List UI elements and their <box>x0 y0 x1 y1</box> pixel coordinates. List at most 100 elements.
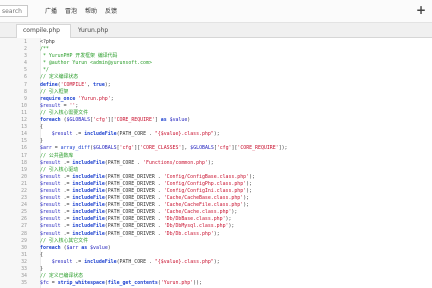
code-token: $value <box>169 117 188 124</box>
code-line[interactable]: 28 $result .= includeFile(PATH_CORE_DRIVE… <box>0 231 432 238</box>
line-number: 30 <box>21 244 27 251</box>
code-line[interactable]: 17 // 公共函数库 <box>0 153 432 160</box>
code-line[interactable]: 27 $result .= includeFile(PATH_CORE_DRIVE… <box>0 223 432 230</box>
code-line[interactable]: 11 // 引入核心需要文件 <box>0 110 432 117</box>
line-number: 17 <box>21 152 27 159</box>
line-number: 22 <box>21 187 27 194</box>
code-line[interactable]: 26 $result .= includeFile(PATH_CORE_DRIVE… <box>0 216 432 223</box>
code-line[interactable]: 9 require_once 'Yurun.php'; <box>0 96 432 103</box>
line-number: 24 <box>21 202 27 209</box>
code-line[interactable]: 31 { <box>0 252 432 259</box>
code-editor[interactable]: 1 <?php 2/** 3 * YurunPHP 开发框架 编译代码 4 * @aut… <box>0 38 432 288</box>
code-line[interactable]: 10 $result = ''; <box>0 103 432 110</box>
line-number: 34 <box>21 273 27 280</box>
code-line[interactable]: 4 * @author Yurun <admin@yurunsoft.com> <box>0 60 432 67</box>
line-number: 12 <box>21 117 27 124</box>
code-line[interactable]: 25 $result .= includeFile(PATH_CORE_DRIVE… <box>0 209 432 216</box>
search-input[interactable] <box>0 5 28 17</box>
code-line[interactable]: 20 $result .= includeFile(PATH_CORE_DRIVE… <box>0 174 432 181</box>
code-token: $GLOBALS <box>66 117 91 124</box>
plus-icon[interactable]: + <box>416 3 426 17</box>
code-line[interactable]: 7 define('COMPILE', true); <box>0 82 432 89</box>
code-token: $arr <box>40 145 52 152</box>
code-token: includeFile <box>72 216 105 223</box>
code-token: (PATH_CORE_DRIVER . <box>104 223 164 230</box>
code-line[interactable]: 6 // 定义编译状态 <box>0 74 432 81</box>
code-token: ]); <box>278 145 288 152</box>
tab-compile-php[interactable]: compile.php <box>16 24 71 38</box>
code-token: ) <box>187 117 191 124</box>
code-token: includeFile <box>72 230 105 237</box>
code-token: { <box>40 251 43 258</box>
code-token: <?php <box>40 39 55 45</box>
code-line[interactable]: 32 $result .= includeFile(PATH_CORE . "{… <box>0 259 432 266</box>
code-token: includeFile <box>84 131 117 138</box>
line-number: 23 <box>21 195 27 202</box>
tab-yurun-php[interactable]: Yurun.php <box>72 25 120 37</box>
code-line[interactable]: 29 // 引入核心其它文件 <box>0 238 432 245</box>
code-line[interactable]: 35 $fc = strip_whitespace(file_get_conten… <box>0 280 432 287</box>
code-line[interactable]: 34 // 定义已编译状态 <box>0 273 432 280</box>
line-number: 35 <box>21 280 27 287</box>
code-line[interactable]: 12 foreach ($GLOBALS['cfg']['CORE_REQUIRE… <box>0 117 432 124</box>
code-token: */ <box>40 67 49 74</box>
code-token: 'Db/DbBase.class.php' <box>163 216 226 223</box>
menu-feedback[interactable]: 反馈 <box>105 6 117 16</box>
line-number: 9 <box>24 95 27 102</box>
code-token: .= <box>60 202 73 209</box>
menu-help[interactable]: 帮助 <box>85 6 97 16</box>
line-number: 15 <box>21 138 27 145</box>
line-number: 5 <box>24 67 27 74</box>
code-token: ], <box>181 145 191 152</box>
menu-broadcast[interactable]: 广播 <box>45 6 57 16</box>
code-token: $result <box>40 202 61 209</box>
line-number: 33 <box>21 266 27 272</box>
code-line[interactable]: 15} <box>0 138 432 145</box>
line-number: 2 <box>24 46 27 53</box>
code-token: .= <box>60 187 73 194</box>
code-line[interactable]: 23 $result .= includeFile(PATH_CORE_DRIVE… <box>0 195 432 202</box>
code-line[interactable]: 18 $result .= includeFile(PATH_CORE . 'Fu… <box>0 160 432 167</box>
code-token: = <box>48 280 58 287</box>
code-token: (PATH_CORE_DRIVER . <box>104 195 164 202</box>
code-line[interactable]: 30 foreach ($arr as $value) <box>0 245 432 252</box>
code-token: $result <box>40 209 61 216</box>
code-token: foreach <box>40 244 61 251</box>
code-line[interactable]: 21 $result .= includeFile(PATH_CORE_DRIVE… <box>0 181 432 188</box>
code-token: .= <box>60 195 73 202</box>
code-line[interactable]: 1 <?php <box>0 39 432 46</box>
code-line[interactable]: 19 // 引入核心驱动 <box>0 167 432 174</box>
line-number: 11 <box>21 109 27 116</box>
code-line[interactable]: 13 { <box>0 124 432 131</box>
line-number: 7 <box>24 81 27 88</box>
code-token: $result <box>51 258 73 265</box>
code-line[interactable]: 16 $arr = array_diff($GLOBALS['cfg']['COR… <box>0 145 432 152</box>
code-token: .= <box>72 258 85 265</box>
code-token: (PATH_CORE_DRIVER . <box>104 230 164 237</box>
code-line[interactable]: 3 * YurunPHP 开发框架 编译代码 <box>0 53 432 60</box>
code-token: ); <box>249 173 255 180</box>
code-token: 'CORE_CLASSES' <box>140 145 182 152</box>
code-token: (PATH_CORE_DRIVER . <box>104 209 164 216</box>
code-token: .= <box>60 159 73 166</box>
code-token: 'Cache/CacheFile.class.php' <box>163 202 244 209</box>
code-token: (PATH_CORE_DRIVER . <box>104 202 164 209</box>
code-line[interactable]: 22 $result .= includeFile(PATH_CORE_DRIVE… <box>0 188 432 195</box>
code-token: $result <box>40 159 61 166</box>
code-token: ); <box>213 258 220 265</box>
code-token: } <box>40 266 43 272</box>
code-token: file_get_contents <box>107 280 158 287</box>
code-line[interactable]: 8 // 引入框架 <box>0 89 432 96</box>
code-token: (PATH_CORE_DRIVER . <box>104 187 164 194</box>
code-line[interactable]: 14 $result .= includeFile(PATH_CORE . "{… <box>0 131 432 138</box>
code-token: ); <box>231 209 238 216</box>
code-token: $result <box>40 102 61 109</box>
line-number: 26 <box>21 216 27 223</box>
code-token: // 公共函数库 <box>40 152 74 159</box>
code-token: "{$value}.class.php" <box>154 258 214 265</box>
line-number: 25 <box>21 209 27 216</box>
menu-bubble[interactable]: 冒泡 <box>65 6 77 16</box>
code-line[interactable]: 24 $result .= includeFile(PATH_CORE_DRIVE… <box>0 202 432 209</box>
code-token: $result <box>40 230 61 237</box>
